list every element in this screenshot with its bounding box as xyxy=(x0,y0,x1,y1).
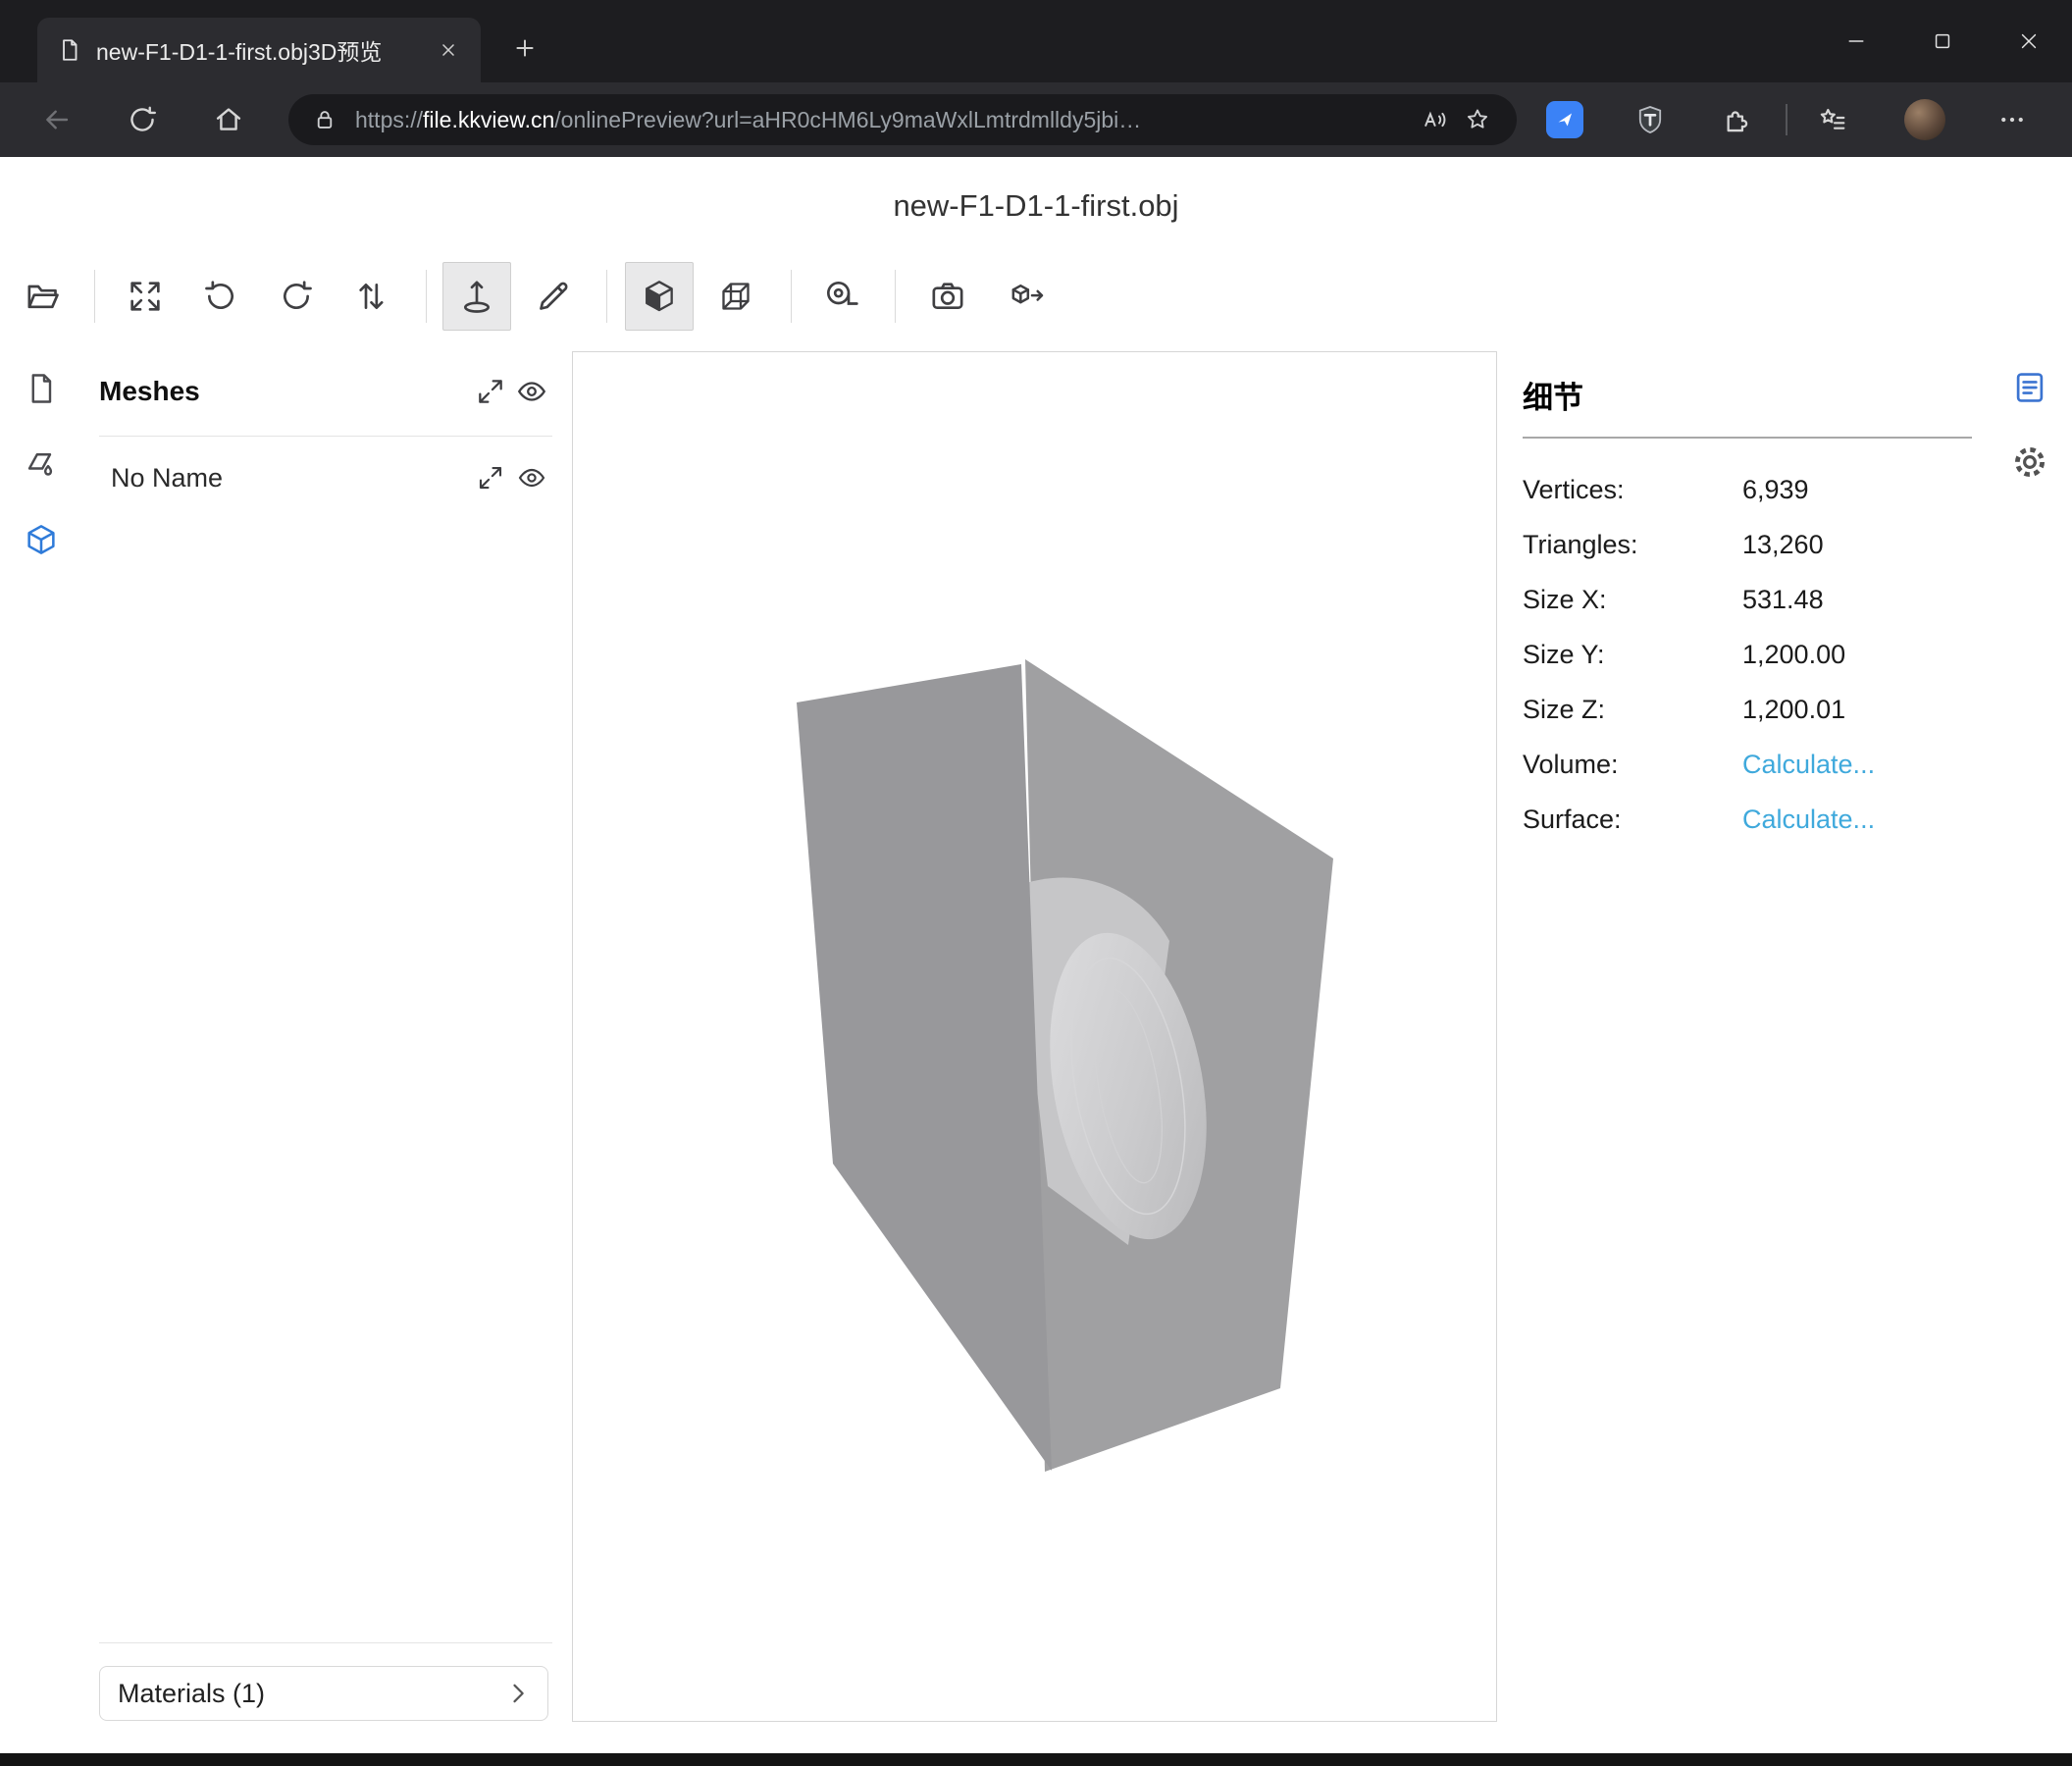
document-title: new-F1-D1-1-first.obj xyxy=(0,188,2072,224)
move-tool-button[interactable] xyxy=(442,262,511,331)
details-panel: 细节 Vertices: 6,939 Triangles: 13,260 Siz… xyxy=(1523,373,1972,847)
refresh-button[interactable] xyxy=(119,96,166,143)
toolbar-separator xyxy=(94,270,95,323)
extensions-puzzle-icon[interactable] xyxy=(1715,97,1760,142)
calculate-surface-link[interactable]: Calculate... xyxy=(1742,805,1875,835)
read-aloud-icon[interactable] xyxy=(1413,98,1456,141)
url-text: https://file.kkview.cn/onlinePreview?url… xyxy=(355,107,1413,133)
calculate-volume-link[interactable]: Calculate... xyxy=(1742,750,1875,780)
translate-extension-icon[interactable] xyxy=(1542,97,1587,142)
favorite-star-icon[interactable] xyxy=(1456,98,1499,141)
materials-button[interactable]: Materials (1) xyxy=(99,1666,548,1721)
detail-label: Surface: xyxy=(1523,805,1742,835)
browser-tab[interactable]: new-F1-D1-1-first.obj3D预览 xyxy=(37,18,481,82)
mesh-list-item[interactable]: No Name xyxy=(99,453,552,502)
detail-label: Size Z: xyxy=(1523,695,1742,725)
visibility-eye-icon[interactable] xyxy=(511,371,552,412)
bottom-edge-strip xyxy=(0,1753,2072,1766)
details-panel-title: 细节 xyxy=(1523,373,1972,417)
window-maximize-button[interactable] xyxy=(1899,0,1986,82)
detail-row: Surface: Calculate... xyxy=(1523,792,1972,847)
detail-label: Size X: xyxy=(1523,585,1742,615)
back-button[interactable] xyxy=(33,96,80,143)
window-minimize-button[interactable] xyxy=(1813,0,1899,82)
shaded-view-button[interactable] xyxy=(625,262,694,331)
detail-value: 1,200.00 xyxy=(1742,640,1845,670)
viewer-side-tabs xyxy=(20,363,63,590)
detail-row: Size X: 531.48 xyxy=(1523,572,1972,627)
visibility-eye-icon[interactable] xyxy=(511,457,552,498)
detail-label: Vertices: xyxy=(1523,475,1742,505)
browser-navbar: https://file.kkview.cn/onlinePreview?url… xyxy=(0,82,2072,157)
sidebar-tab-model-tree[interactable] xyxy=(20,514,63,565)
site-lock-icon[interactable] xyxy=(312,107,337,132)
favorites-hub-icon[interactable] xyxy=(1810,97,1855,142)
detail-label: Volume: xyxy=(1523,750,1742,780)
panel-divider xyxy=(99,436,552,437)
detail-row: Size Z: 1,200.01 xyxy=(1523,682,1972,737)
toolbar-separator xyxy=(426,270,427,323)
zoom-extents-icon[interactable] xyxy=(470,457,511,498)
tab-close-icon[interactable] xyxy=(430,31,467,69)
toolbar-divider xyxy=(1786,104,1787,135)
right-icon-strip xyxy=(2007,363,2052,512)
new-tab-button[interactable] xyxy=(502,26,547,71)
panel-divider xyxy=(1523,437,1972,439)
materials-button-label: Materials (1) xyxy=(118,1679,504,1709)
detail-row: Vertices: 6,939 xyxy=(1523,462,1972,517)
detail-label: Triangles: xyxy=(1523,530,1742,560)
screenshot-button[interactable] xyxy=(913,262,982,331)
detail-row: Size Y: 1,200.00 xyxy=(1523,627,1972,682)
measure-tool-button[interactable] xyxy=(807,262,876,331)
detail-label: Size Y: xyxy=(1523,640,1742,670)
chevron-right-icon xyxy=(504,1680,532,1707)
flip-vertical-button[interactable] xyxy=(337,262,405,331)
viewer-toolbar xyxy=(0,262,2072,331)
detail-row: Triangles: 13,260 xyxy=(1523,517,1972,572)
sidebar-tab-file-info[interactable] xyxy=(20,363,63,414)
browser-window: new-F1-D1-1-first.obj3D预览 xyxy=(0,0,2072,1766)
model-render xyxy=(573,352,1496,1721)
toolbar-separator xyxy=(791,270,792,323)
tampermonkey-extension-icon[interactable] xyxy=(1628,97,1673,142)
rotate-right-button[interactable] xyxy=(262,262,331,331)
meshes-panel-title: Meshes xyxy=(99,376,470,407)
page-favicon-icon xyxy=(57,37,82,63)
sidebar-tab-materials[interactable] xyxy=(20,439,63,490)
meshes-panel-header: Meshes xyxy=(99,369,552,414)
wireframe-view-button[interactable] xyxy=(701,262,770,331)
export-model-button[interactable] xyxy=(993,262,1062,331)
detail-row: Volume: Calculate... xyxy=(1523,737,1972,792)
toolbar-separator xyxy=(606,270,607,323)
address-bar[interactable]: https://file.kkview.cn/onlinePreview?url… xyxy=(288,94,1517,145)
tab-title: new-F1-D1-1-first.obj3D预览 xyxy=(96,33,430,67)
detail-value: 1,200.01 xyxy=(1742,695,1845,725)
details-list-icon[interactable] xyxy=(2007,363,2052,412)
zoom-extents-icon[interactable] xyxy=(470,371,511,412)
profile-avatar[interactable] xyxy=(1902,97,1947,142)
avatar xyxy=(1904,99,1945,140)
draw-line-tool-button[interactable] xyxy=(519,262,588,331)
detail-value: 6,939 xyxy=(1742,475,1809,505)
open-file-button[interactable] xyxy=(9,262,78,331)
browser-tab-strip: new-F1-D1-1-first.obj3D预览 xyxy=(0,0,2072,82)
browser-menu-icon[interactable] xyxy=(1990,97,2035,142)
left-plane xyxy=(797,664,1052,1471)
toolbar-separator xyxy=(895,270,896,323)
home-button[interactable] xyxy=(205,96,252,143)
mesh-name: No Name xyxy=(99,463,470,493)
window-controls xyxy=(1813,0,2072,82)
panel-divider xyxy=(99,1642,552,1643)
3d-viewport[interactable] xyxy=(572,351,1497,1722)
detail-value: 531.48 xyxy=(1742,585,1824,615)
settings-gear-icon[interactable] xyxy=(2007,438,2052,487)
fit-view-button[interactable] xyxy=(111,262,180,331)
window-close-button[interactable] xyxy=(1986,0,2072,82)
detail-value: 13,260 xyxy=(1742,530,1824,560)
page-content: new-F1-D1-1-first.obj xyxy=(0,157,2072,1753)
rotate-left-button[interactable] xyxy=(186,262,255,331)
